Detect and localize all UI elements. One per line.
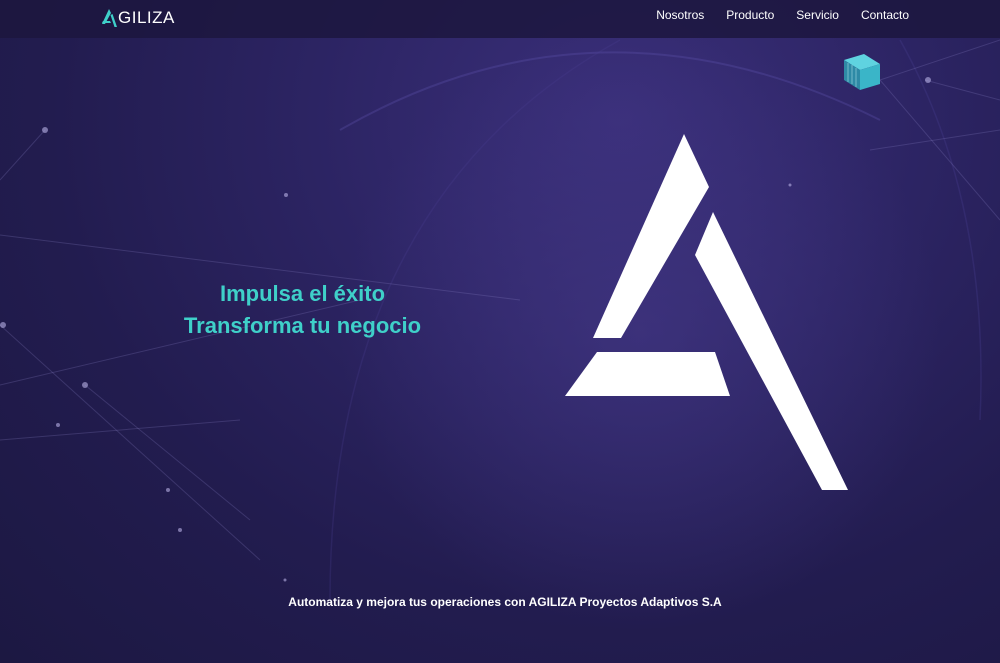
landing-page: GILIZA Nosotros Producto Servicio Contac… [0,0,1000,663]
nav-link-nosotros[interactable]: Nosotros [656,8,704,22]
tagline: Automatiza y mejora tus operaciones con … [288,595,722,609]
brand-logo[interactable]: GILIZA [101,6,175,30]
nav-link-servicio[interactable]: Servicio [796,8,839,22]
hero-headline: Impulsa el éxito Transforma tu negocio [160,278,445,342]
main-nav: Nosotros Producto Servicio Contacto [656,0,909,30]
agiliza-a-mark-icon [102,9,117,27]
cube-icon [844,54,880,90]
hero-line-2: Transforma tu negocio [183,313,422,338]
agiliza-a-logo-icon [565,134,848,490]
top-navbar: GILIZA Nosotros Producto Servicio Contac… [0,0,1000,38]
brand-name: GILIZA [118,8,175,27]
hero-line-1: Impulsa el éxito [219,281,386,306]
nav-link-producto[interactable]: Producto [726,8,774,22]
nav-link-contacto[interactable]: Contacto [861,8,909,22]
